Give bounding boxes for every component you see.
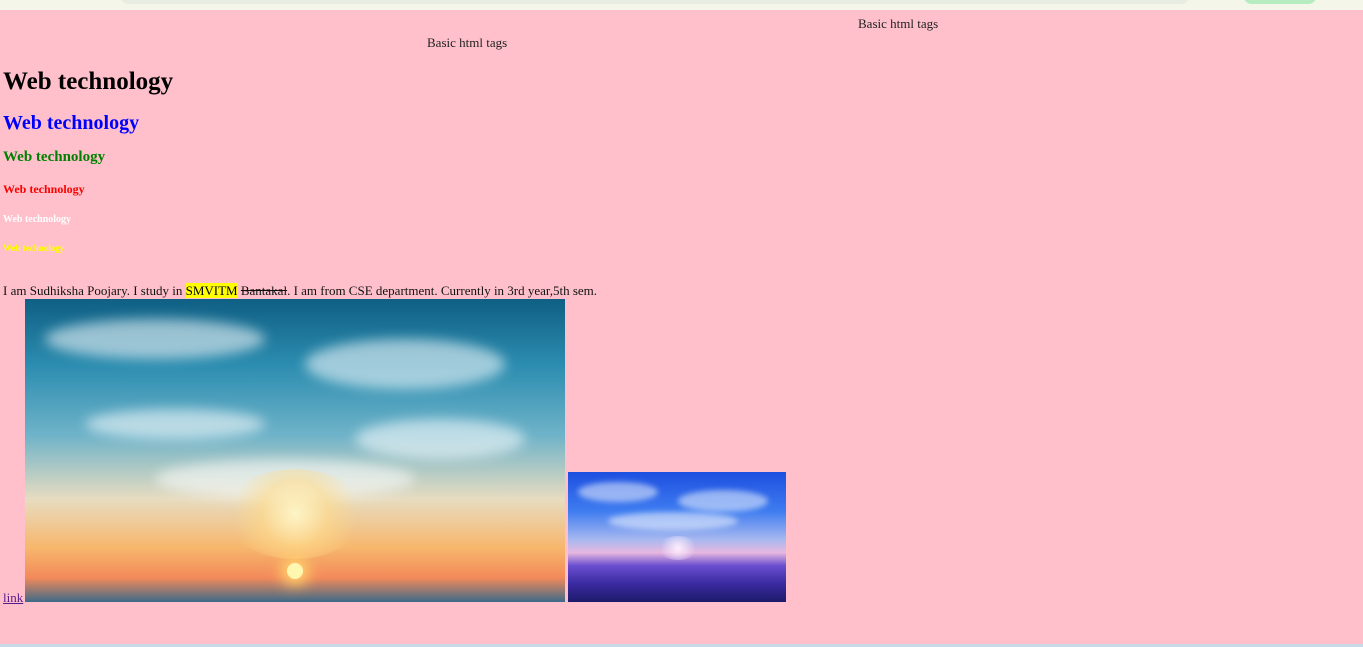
marquee-text-second: Basic html tags: [427, 35, 508, 50]
sunset-sky-image: [25, 299, 565, 602]
browser-top-strip: [0, 0, 1363, 10]
marquee-text-top: Basic html tags: [858, 16, 939, 31]
paragraph-text-before: I am Sudhiksha Poojary. I study in: [3, 283, 186, 298]
highlighted-college: SMVITM: [185, 283, 238, 298]
address-bar[interactable]: [120, 0, 1190, 4]
link-anchor[interactable]: link: [3, 590, 23, 606]
heading-6: Web technology: [3, 243, 65, 253]
toolbar-button[interactable]: [1243, 0, 1317, 4]
heading-3: Web technology: [3, 149, 106, 165]
ocean-sky-image: [568, 472, 786, 602]
heading-2: Web technology: [3, 112, 140, 134]
struck-location: Bantakal: [240, 283, 288, 298]
heading-4: Web technology: [3, 182, 85, 196]
heading-1: Web technology: [3, 68, 174, 95]
heading-5: Web technology: [3, 214, 72, 225]
page-body: Basic html tags Basic html tags Web tech…: [0, 10, 1363, 644]
intro-paragraph: I am Sudhiksha Poojary. I study in SMVIT…: [3, 283, 597, 299]
paragraph-text-after: . I am from CSE department. Currently in…: [287, 283, 598, 298]
